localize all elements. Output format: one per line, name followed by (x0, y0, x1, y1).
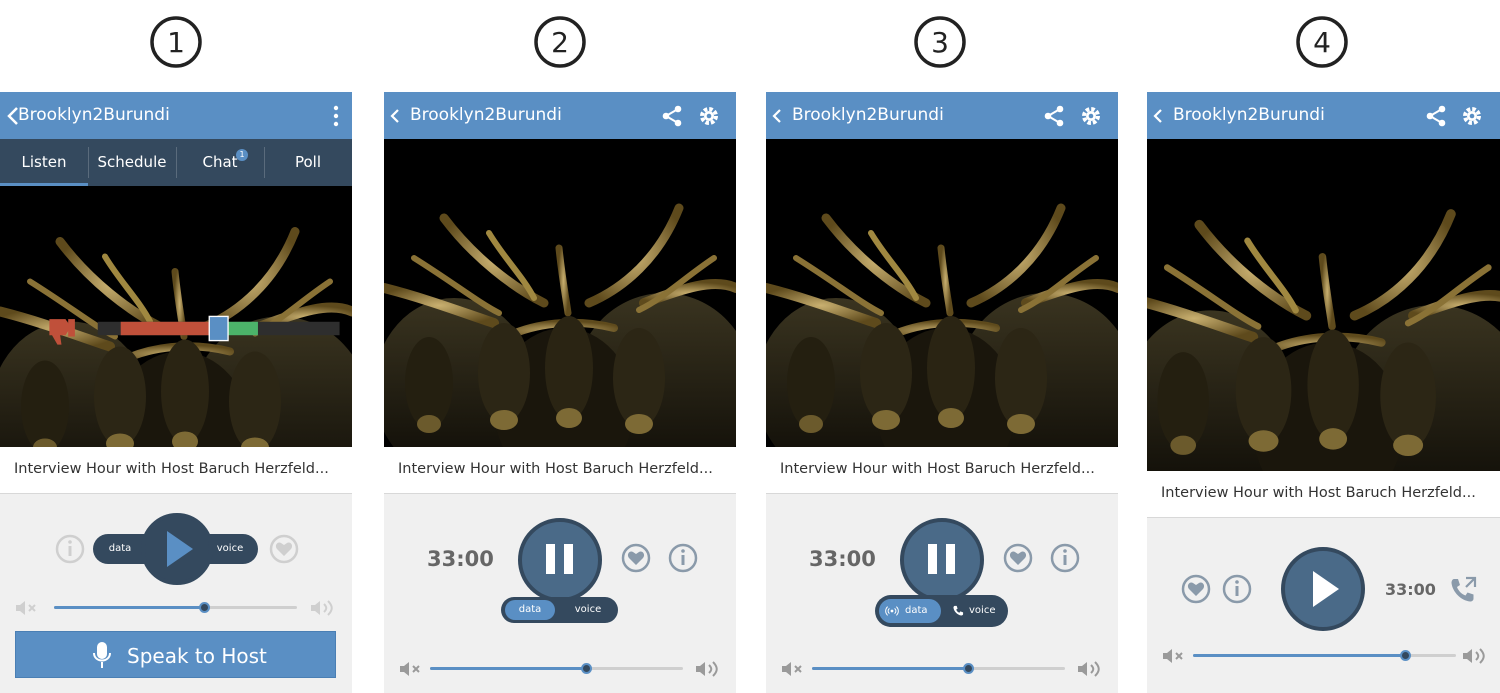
info-icon[interactable] (1221, 573, 1253, 605)
pause-icon (928, 544, 955, 574)
volume-up-icon[interactable] (1077, 660, 1103, 678)
volume-up-icon[interactable] (695, 660, 721, 678)
toggle-data[interactable]: data (99, 539, 141, 559)
play-icon (167, 531, 193, 567)
heart-icon[interactable] (620, 542, 652, 574)
volume-up-icon[interactable] (310, 599, 336, 617)
speak-to-host-button[interactable]: Speak to Host (15, 631, 336, 678)
screen-3: Brooklyn2Burundi Interview Hour with Hos… (766, 92, 1118, 693)
volume-mute-icon[interactable] (399, 661, 423, 677)
pause-button[interactable] (900, 518, 984, 602)
show-title-bar[interactable]: Interview Hour with Host Baruch Herzfeld… (1147, 471, 1500, 518)
app-bar: Brooklyn2Burundi (384, 92, 736, 139)
heart-icon[interactable] (268, 533, 300, 565)
rating-meter[interactable] (44, 198, 352, 447)
info-icon[interactable] (667, 542, 699, 574)
cover-image (1147, 139, 1500, 471)
microphone-icon (93, 642, 111, 668)
screen-4: Brooklyn2Burundi Interview Hour with Hos… (1147, 92, 1500, 693)
tab-schedule[interactable]: Schedule (88, 139, 176, 186)
volume-slider[interactable] (15, 598, 337, 618)
pause-icon (546, 544, 573, 574)
toggle-voice[interactable]: voice (945, 599, 1005, 623)
step-number-3: 3 (910, 12, 970, 72)
play-button[interactable] (141, 513, 213, 585)
show-title-bar[interactable]: Interview Hour with Host Baruch Herzfeld… (0, 447, 352, 494)
data-voice-toggle[interactable]: data voice (501, 597, 618, 623)
app-title: Brooklyn2Burundi (410, 105, 562, 125)
show-title-bar[interactable]: Interview Hour with Host Baruch Herzfeld… (384, 447, 736, 494)
tab-listen[interactable]: Listen (0, 139, 88, 186)
volume-mute-icon[interactable] (15, 600, 39, 616)
chevron-left-icon[interactable] (388, 106, 402, 126)
app-title: Brooklyn2Burundi (1173, 105, 1325, 125)
step-number-1: 1 (146, 12, 206, 72)
tab-chat[interactable]: Chat (176, 139, 264, 186)
elapsed-time: 33:00 (1385, 580, 1436, 599)
volume-mute-icon[interactable] (781, 661, 805, 677)
svg-text:1: 1 (167, 26, 185, 59)
toggle-data[interactable]: data (879, 599, 941, 623)
elapsed-time: 33:00 (809, 547, 876, 571)
toggle-voice[interactable]: voice (209, 539, 251, 559)
volume-mute-icon[interactable] (1162, 648, 1186, 664)
share-icon[interactable] (1043, 105, 1065, 127)
share-icon[interactable] (661, 105, 683, 127)
step-number-2: 2 (530, 12, 590, 72)
svg-text:3: 3 (931, 26, 949, 59)
cover-image (766, 139, 1118, 447)
play-icon (1313, 571, 1339, 607)
svg-text:4: 4 (1313, 26, 1331, 59)
cover-image (0, 186, 352, 447)
app-bar: Brooklyn2Burundi (1147, 92, 1500, 139)
app-bar: Brooklyn2Burundi (0, 92, 352, 139)
show-title: Interview Hour with Host Baruch Herzfeld… (398, 461, 713, 477)
volume-slider[interactable] (399, 659, 721, 679)
toggle-data[interactable]: data (505, 600, 555, 620)
pause-button[interactable] (518, 518, 602, 602)
heart-icon[interactable] (1002, 542, 1034, 574)
tab-poll[interactable]: Poll (264, 139, 352, 186)
elapsed-time: 33:00 (427, 547, 494, 571)
screen-1: Brooklyn2Burundi Listen Schedule Chat 1 … (0, 92, 352, 693)
kebab-menu-icon[interactable] (332, 104, 340, 128)
phone-icon[interactable] (1449, 576, 1477, 604)
chevron-left-icon[interactable] (1151, 106, 1165, 126)
play-button[interactable] (1281, 547, 1365, 631)
phone-icon (953, 605, 964, 616)
show-title: Interview Hour with Host Baruch Herzfeld… (780, 461, 1095, 477)
signal-icon (885, 606, 899, 616)
chat-unread-badge: 1 (236, 149, 248, 161)
toggle-voice[interactable]: voice (563, 600, 613, 620)
gear-icon[interactable] (1080, 105, 1102, 127)
gear-icon[interactable] (1461, 105, 1483, 127)
app-bar: Brooklyn2Burundi (766, 92, 1118, 139)
cover-image (384, 139, 736, 447)
volume-slider[interactable] (1162, 646, 1485, 666)
heart-icon[interactable] (1180, 573, 1212, 605)
data-voice-toggle[interactable]: data voice (875, 595, 1008, 627)
show-title-bar[interactable]: Interview Hour with Host Baruch Herzfeld… (766, 447, 1118, 494)
screen-2: Brooklyn2Burundi Interview Hour with Hos… (384, 92, 736, 693)
volume-slider[interactable] (781, 659, 1103, 679)
volume-up-icon[interactable] (1462, 647, 1488, 665)
show-title: Interview Hour with Host Baruch Herzfeld… (14, 461, 329, 477)
app-title: Brooklyn2Burundi (18, 105, 170, 125)
app-title: Brooklyn2Burundi (792, 105, 944, 125)
info-icon[interactable] (1049, 542, 1081, 574)
svg-text:2: 2 (551, 26, 569, 59)
step-number-4: 4 (1292, 12, 1352, 72)
thumbs-down-icon (49, 319, 75, 345)
gear-icon[interactable] (698, 105, 720, 127)
info-icon[interactable] (54, 533, 86, 565)
show-title: Interview Hour with Host Baruch Herzfeld… (1161, 485, 1476, 501)
share-icon[interactable] (1425, 105, 1447, 127)
chevron-left-icon[interactable] (770, 106, 784, 126)
tab-bar: Listen Schedule Chat 1 Poll (0, 139, 352, 186)
